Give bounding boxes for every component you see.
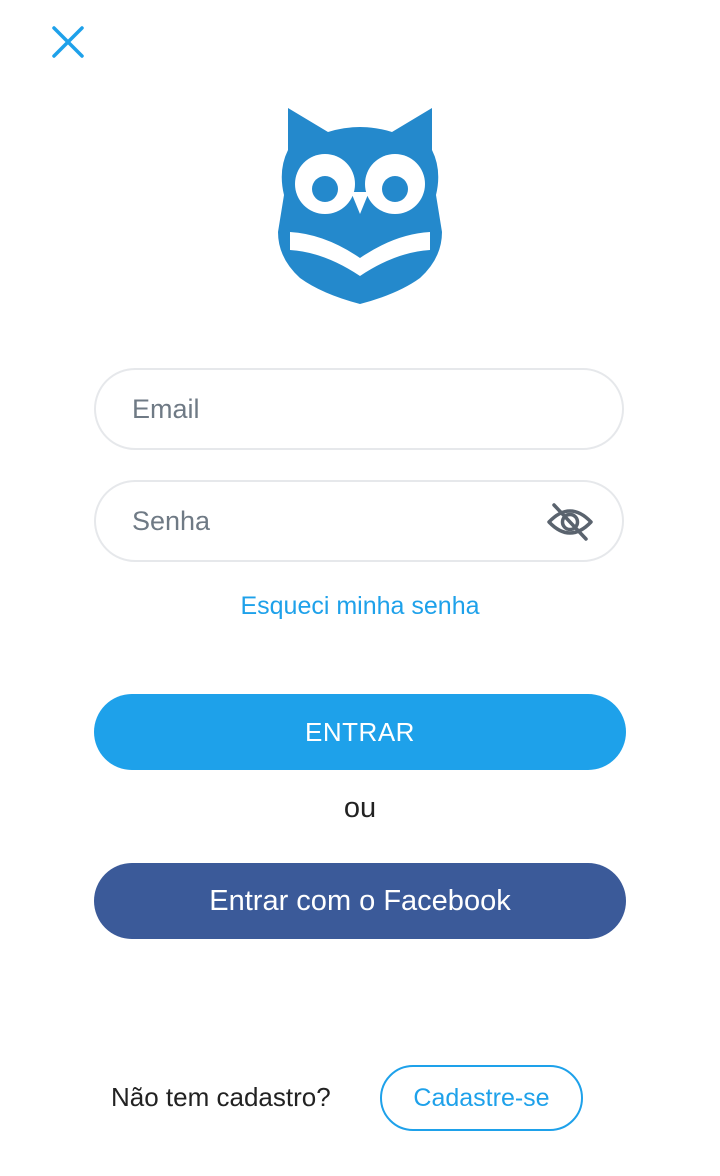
facebook-login-label: Entrar com o Facebook bbox=[209, 884, 511, 917]
password-field[interactable] bbox=[94, 480, 624, 562]
or-separator-text: ou bbox=[343, 792, 377, 824]
password-input[interactable] bbox=[130, 490, 534, 552]
toggle-password-visibility-button[interactable] bbox=[546, 502, 594, 542]
facebook-login-button[interactable]: Entrar com o Facebook bbox=[94, 863, 626, 939]
close-button[interactable] bbox=[44, 18, 92, 66]
email-field[interactable] bbox=[94, 368, 624, 450]
owl-logo bbox=[270, 100, 450, 310]
email-input[interactable] bbox=[130, 378, 534, 440]
login-button[interactable]: ENTRAR bbox=[94, 694, 626, 770]
signup-button[interactable]: Cadastre-se bbox=[380, 1065, 583, 1131]
forgot-password-link[interactable]: Esqueci minha senha bbox=[0, 592, 720, 621]
login-button-label: ENTRAR bbox=[305, 716, 415, 747]
owl-reading-book-logo-icon bbox=[278, 108, 442, 304]
close-icon bbox=[52, 26, 84, 58]
no-account-text: Não tem cadastro? bbox=[111, 1082, 331, 1112]
signup-button-label: Cadastre-se bbox=[413, 1083, 550, 1112]
eye-off-icon bbox=[547, 503, 593, 541]
